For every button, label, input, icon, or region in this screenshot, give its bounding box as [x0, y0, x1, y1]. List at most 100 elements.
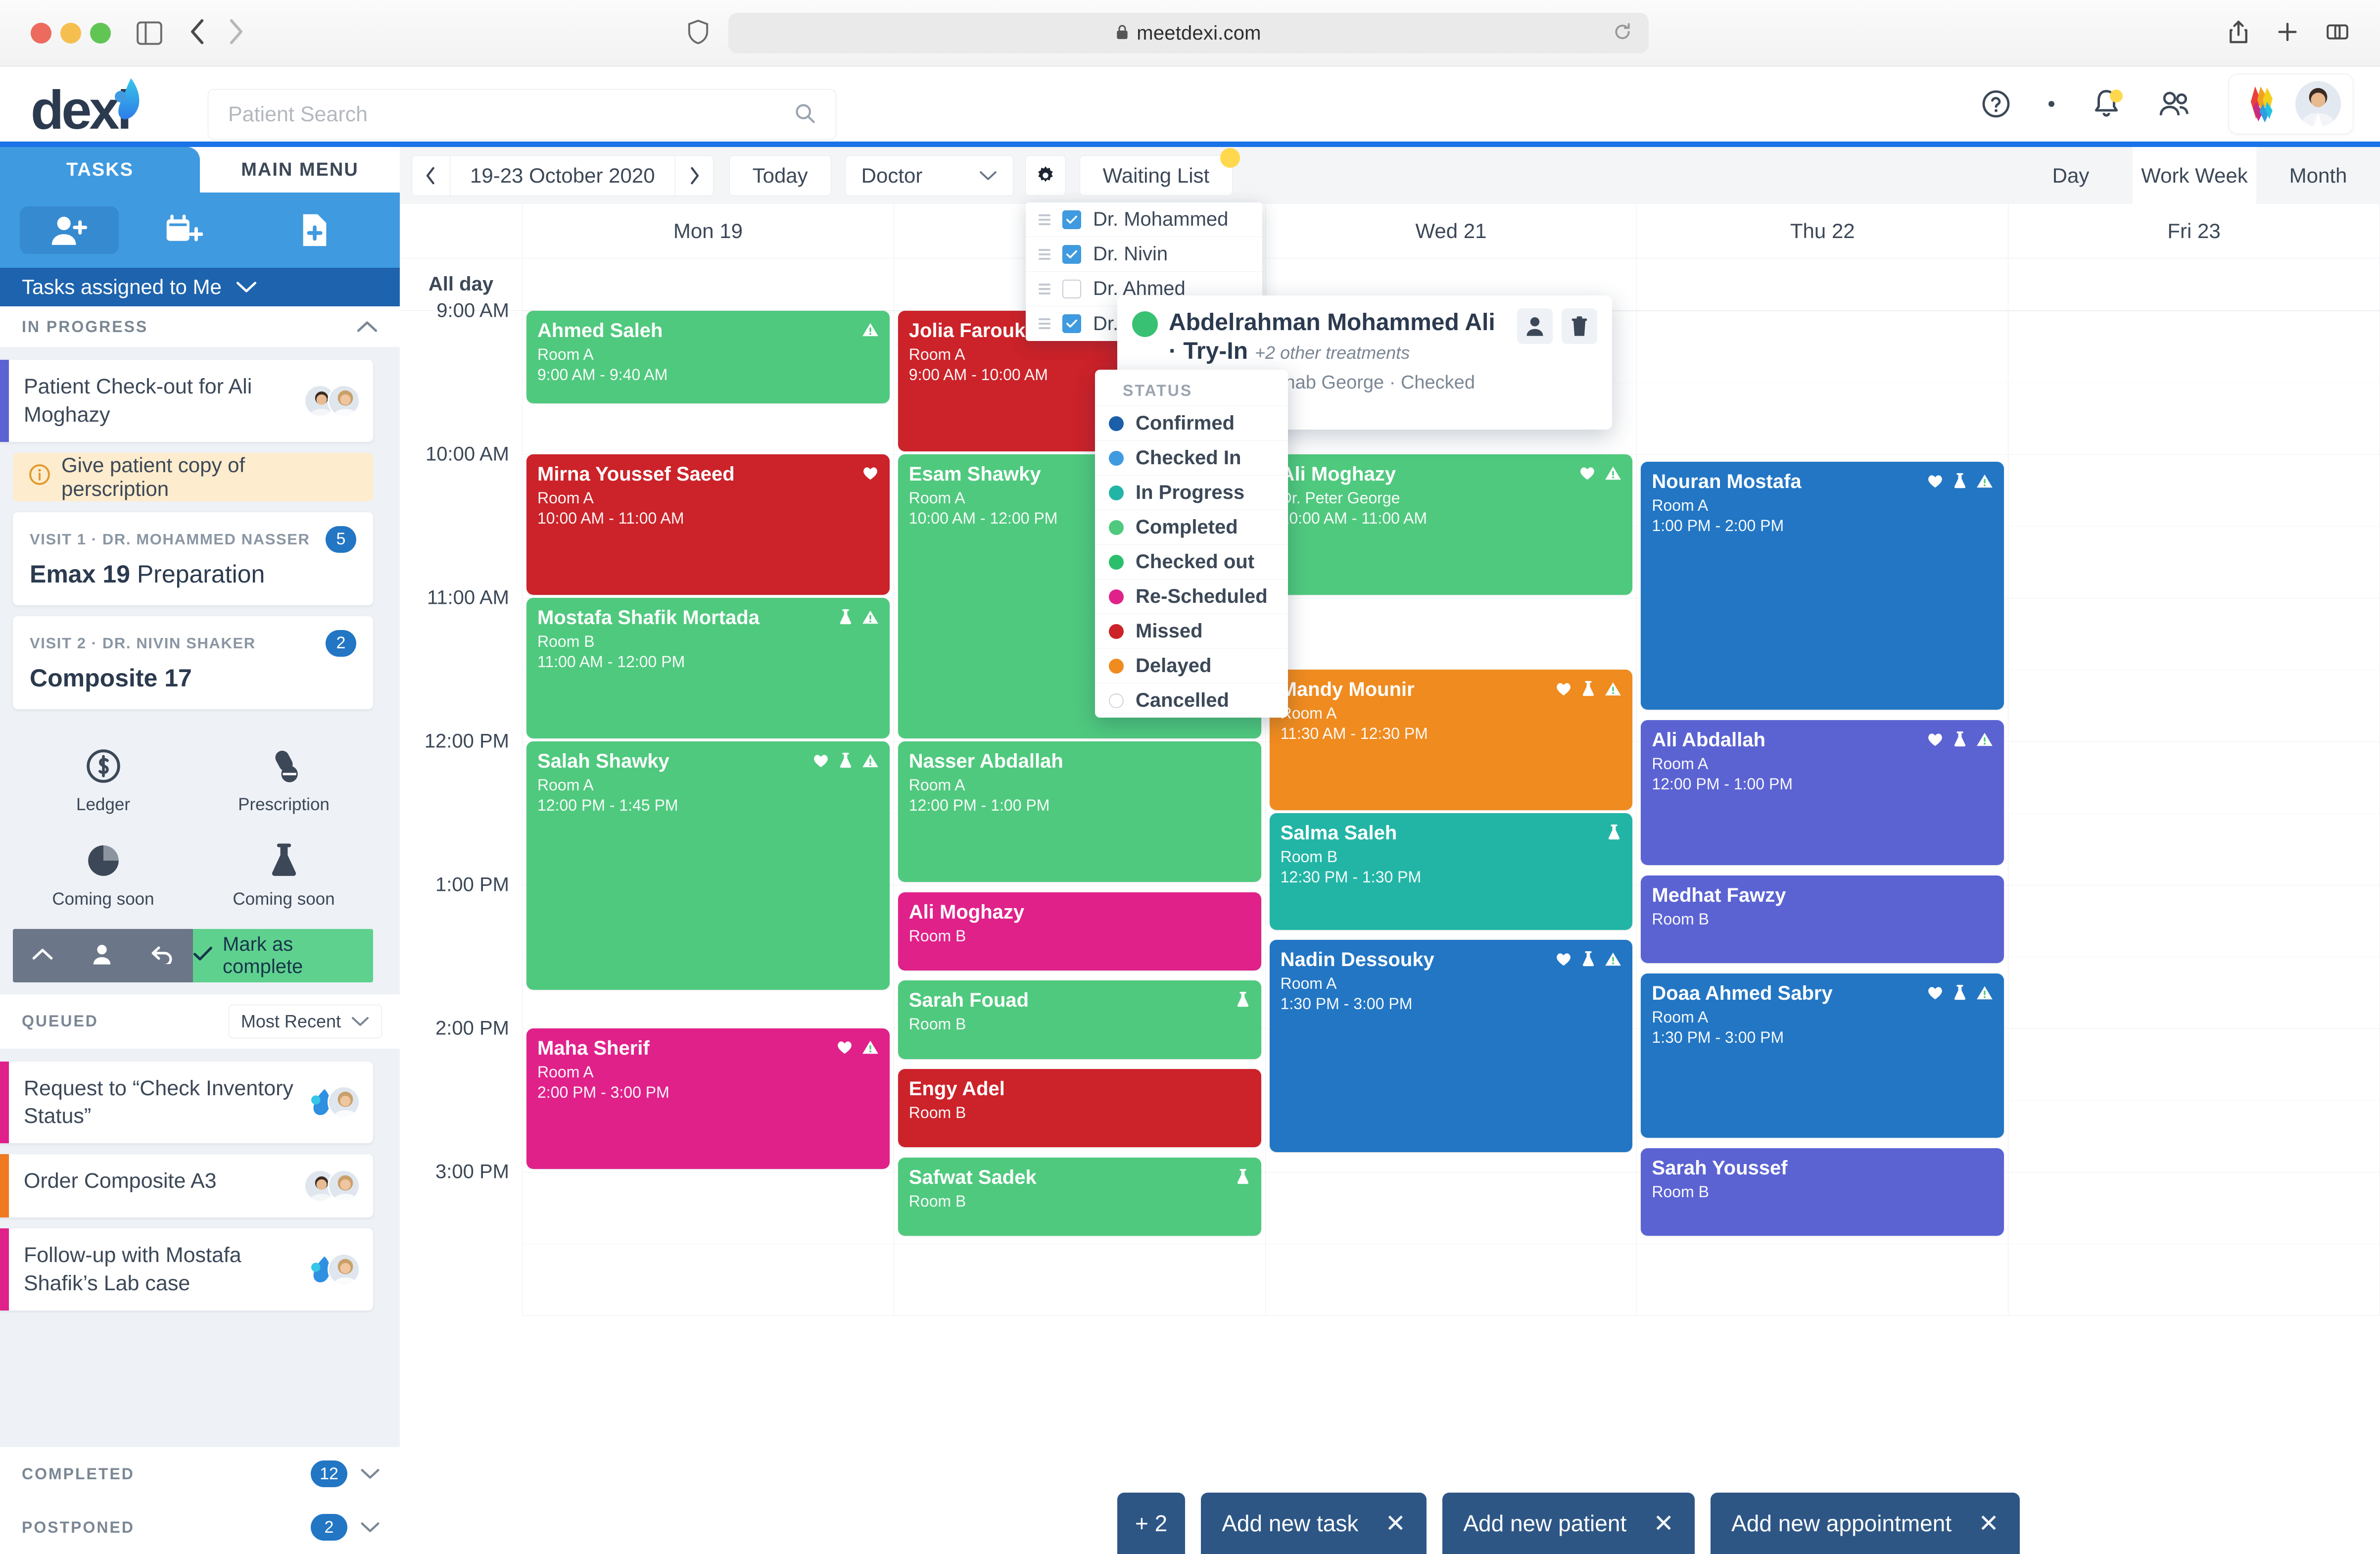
- doctor-checkbox[interactable]: [1062, 280, 1081, 298]
- doctor-checkbox[interactable]: [1062, 314, 1081, 333]
- visit-card-2[interactable]: VISIT 2 · DR. NIVIN SHAKER 2 Composite 1…: [13, 616, 373, 709]
- quick-link-coming-soon-1[interactable]: Coming soon: [13, 829, 193, 924]
- status-menu-item-4[interactable]: Checked out: [1095, 544, 1288, 579]
- people-icon[interactable]: [2158, 90, 2191, 118]
- appointment-card[interactable]: Sarah YoussefRoom B: [1641, 1148, 2004, 1236]
- close-window-button[interactable]: [31, 23, 51, 44]
- day-column-wed[interactable]: Ali MoghazyDr. Peter George10:00 AM - 11…: [1266, 311, 1637, 1315]
- undo-arrow-icon[interactable]: [150, 944, 174, 967]
- appointment-card[interactable]: Nasser AbdallahRoom A12:00 PM - 1:00 PM: [898, 741, 1261, 882]
- doctor-menu-item-0[interactable]: Dr. Mohammed: [1026, 202, 1262, 237]
- all-day-cell[interactable]: [1637, 258, 2008, 310]
- browser-back-button[interactable]: [189, 18, 207, 48]
- browser-forward-button[interactable]: [227, 18, 244, 48]
- all-day-cell[interactable]: [2008, 258, 2380, 310]
- add-new-task-button[interactable]: Add new task ✕: [1201, 1493, 1427, 1554]
- tab-month[interactable]: Month: [2256, 147, 2380, 204]
- chevron-down-icon[interactable]: [360, 1468, 380, 1480]
- person-icon[interactable]: [92, 943, 112, 968]
- appointment-card[interactable]: Ali MoghazyRoom B: [898, 892, 1261, 971]
- day-column-mon[interactable]: Ahmed SalehRoom A9:00 AM - 9:40 AMMirna …: [523, 311, 894, 1315]
- appointment-card[interactable]: Ali MoghazyDr. Peter George10:00 AM - 11…: [1270, 454, 1633, 595]
- user-account-chip[interactable]: [2229, 74, 2353, 134]
- bell-icon[interactable]: [2092, 89, 2121, 119]
- doctor-menu-item-1[interactable]: Dr. Nivin: [1026, 237, 1262, 272]
- close-icon[interactable]: ✕: [1385, 1509, 1406, 1538]
- new-tab-icon[interactable]: [2277, 21, 2298, 45]
- add-new-patient-button[interactable]: Add new patient ✕: [1442, 1493, 1695, 1554]
- section-postponed[interactable]: POSTPONED 2: [0, 1501, 400, 1554]
- queued-sort-select[interactable]: Most Recent: [229, 1005, 382, 1038]
- status-menu-item-3[interactable]: Completed: [1095, 510, 1288, 544]
- more-items-button[interactable]: + 2: [1117, 1493, 1185, 1554]
- tab-tasks[interactable]: TASKS: [0, 147, 200, 193]
- day-header-mon[interactable]: Mon 19: [523, 204, 894, 258]
- section-completed[interactable]: COMPLETED 12: [0, 1447, 400, 1501]
- appointment-card[interactable]: Ahmed SalehRoom A9:00 AM - 9:40 AM: [526, 311, 890, 403]
- day-header-thu[interactable]: Thu 22: [1637, 204, 2008, 258]
- tab-day[interactable]: Day: [2009, 147, 2133, 204]
- appointment-card[interactable]: Salah ShawkyRoom A12:00 PM - 1:45 PM: [526, 741, 890, 990]
- mark-complete-button[interactable]: Mark as complete: [193, 929, 373, 982]
- doctor-checkbox[interactable]: [1062, 245, 1081, 264]
- next-week-button[interactable]: [675, 155, 714, 196]
- day-column-fri[interactable]: [2008, 311, 2380, 1315]
- minimize-window-button[interactable]: [60, 23, 81, 44]
- alert-banner[interactable]: Give patient copy of perscription: [13, 453, 373, 501]
- appointment-card[interactable]: Mandy MounirRoom A11:30 AM - 12:30 PM: [1270, 670, 1633, 810]
- maximize-window-button[interactable]: [90, 23, 111, 44]
- patient-search-box[interactable]: [208, 89, 836, 140]
- doctor-filter-select[interactable]: Doctor: [845, 155, 1013, 196]
- add-file-icon[interactable]: [249, 206, 380, 254]
- appointment-card[interactable]: Engy AdelRoom B: [898, 1069, 1261, 1147]
- appointment-card[interactable]: Sarah FouadRoom B: [898, 980, 1261, 1059]
- chevron-up-icon[interactable]: [356, 320, 378, 333]
- quick-link-ledger[interactable]: Ledger: [13, 735, 193, 829]
- quick-link-prescription[interactable]: Prescription: [193, 735, 374, 829]
- url-bar[interactable]: meetdexi.com: [728, 13, 1649, 53]
- dexi-logo[interactable]: dexi: [31, 75, 143, 133]
- shield-icon[interactable]: [688, 19, 709, 47]
- chevron-up-icon[interactable]: [32, 948, 53, 963]
- close-icon[interactable]: ✕: [1653, 1509, 1674, 1538]
- status-menu-item-2[interactable]: In Progress: [1095, 475, 1288, 510]
- drag-handle-icon[interactable]: [1039, 249, 1050, 260]
- trash-icon[interactable]: [1562, 308, 1597, 344]
- day-header-wed[interactable]: Wed 21: [1266, 204, 1637, 258]
- status-menu-item-1[interactable]: Checked In: [1095, 440, 1288, 475]
- drag-handle-icon[interactable]: [1039, 214, 1050, 225]
- share-icon[interactable]: [2229, 20, 2248, 46]
- appointment-card[interactable]: Nadin DessoukyRoom A1:30 PM - 3:00 PM: [1270, 940, 1633, 1152]
- person-icon[interactable]: [1517, 308, 1553, 344]
- close-icon[interactable]: ✕: [1978, 1509, 1999, 1538]
- day-header-fri[interactable]: Fri 23: [2008, 204, 2380, 258]
- list-item[interactable]: Patient Check-out for Ali Moghazy: [0, 360, 373, 442]
- tab-main-menu[interactable]: MAIN MENU: [200, 147, 400, 193]
- waiting-list-button[interactable]: Waiting List: [1080, 155, 1233, 196]
- add-person-icon[interactable]: [20, 206, 119, 254]
- status-menu-item-7[interactable]: Delayed: [1095, 648, 1288, 683]
- add-new-appointment-button[interactable]: Add new appointment ✕: [1711, 1493, 2020, 1554]
- day-column-thu[interactable]: Nouran MostafaRoom A1:00 PM - 2:00 PMAli…: [1637, 311, 2008, 1315]
- drag-handle-icon[interactable]: [1039, 318, 1050, 329]
- date-range-label[interactable]: 19-23 October 2020: [450, 155, 675, 196]
- today-button[interactable]: Today: [729, 155, 831, 196]
- status-menu-item-0[interactable]: Confirmed: [1095, 406, 1288, 440]
- status-menu-item-8[interactable]: Cancelled: [1095, 683, 1288, 718]
- status-menu-item-5[interactable]: Re-Scheduled: [1095, 579, 1288, 614]
- search-icon[interactable]: [794, 102, 816, 127]
- assigned-filter[interactable]: Tasks assigned to Me: [0, 268, 400, 306]
- drag-handle-icon[interactable]: [1039, 284, 1050, 294]
- appointment-card[interactable]: Nouran MostafaRoom A1:00 PM - 2:00 PM: [1641, 462, 2004, 710]
- section-in-progress-header[interactable]: IN PROGRESS: [0, 306, 400, 347]
- appointment-card[interactable]: Doaa Ahmed SabryRoom A1:30 PM - 3:00 PM: [1641, 973, 2004, 1138]
- window-traffic-lights[interactable]: [31, 23, 111, 44]
- appointment-card[interactable]: Safwat SadekRoom B: [898, 1158, 1261, 1236]
- appointment-card[interactable]: Mostafa Shafik MortadaRoom B11:00 AM - 1…: [526, 598, 890, 738]
- appointment-card[interactable]: Salma SalehRoom B12:30 PM - 1:30 PM: [1270, 813, 1633, 930]
- status-menu-item-6[interactable]: Missed: [1095, 614, 1288, 648]
- all-day-cell[interactable]: [523, 258, 894, 310]
- quick-link-coming-soon-2[interactable]: Coming soon: [193, 829, 374, 924]
- settings-gear-button[interactable]: [1025, 155, 1066, 196]
- sidebar-toggle-icon[interactable]: [137, 21, 162, 45]
